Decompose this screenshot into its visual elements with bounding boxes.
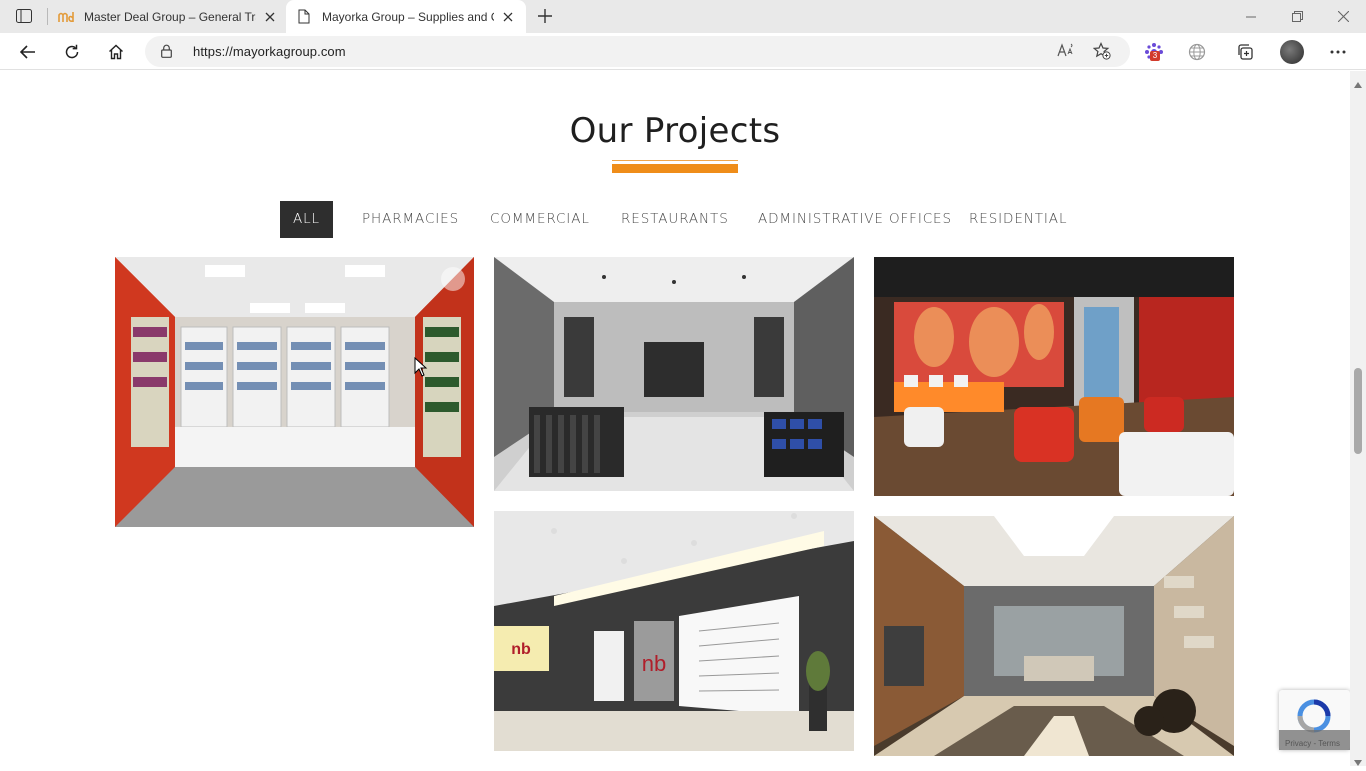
svg-text:nb: nb	[642, 651, 666, 676]
extension-icon[interactable]: 3	[1140, 39, 1168, 65]
project-card-residential[interactable]	[874, 516, 1234, 756]
profile-avatar[interactable]	[1280, 40, 1304, 64]
lock-icon[interactable]	[161, 44, 172, 63]
close-icon[interactable]	[500, 9, 516, 25]
url-text[interactable]: https://mayorkagroup.com	[193, 44, 346, 59]
title-underline	[612, 160, 738, 174]
more-options-icon[interactable]	[1324, 39, 1352, 65]
residential-image	[874, 516, 1234, 756]
browser-toolbar: https://mayorkagroup.com 3	[0, 33, 1366, 70]
tab-bar: Master Deal Group – General Tra Mayorka …	[0, 0, 1366, 33]
section-title: Our Projects	[569, 111, 781, 151]
svg-text:nb: nb	[511, 641, 531, 658]
scroll-thumb[interactable]	[1354, 368, 1362, 454]
pharmacy-image	[115, 257, 474, 527]
globe-icon[interactable]	[1183, 39, 1211, 65]
project-card-restaurant[interactable]	[874, 257, 1234, 496]
filter-all[interactable]: ALL	[280, 201, 333, 238]
extension-badge: 3	[1150, 51, 1160, 61]
tab-mayorka[interactable]: Mayorka Group – Supplies and C	[286, 0, 526, 33]
tab-title: Mayorka Group – Supplies and C	[322, 9, 494, 24]
scroll-down-icon[interactable]	[1354, 753, 1362, 771]
close-icon[interactable]	[262, 9, 278, 25]
filter-commercial[interactable]: COMMERCIAL	[490, 201, 590, 238]
md-logo-icon	[58, 9, 74, 25]
home-icon[interactable]	[102, 39, 130, 65]
tab-title: Master Deal Group – General Tra	[84, 9, 256, 24]
filter-pharmacies[interactable]: PHARMACIES	[362, 201, 459, 238]
project-card-clothing-store[interactable]	[494, 257, 854, 491]
address-bar[interactable]: https://mayorkagroup.com	[145, 36, 1130, 67]
filter-restaurants[interactable]: RESTAURANTS	[621, 201, 729, 238]
restore-icon[interactable]	[1274, 0, 1320, 33]
clothing-store-image	[494, 257, 854, 491]
read-aloud-icon[interactable]	[1057, 42, 1075, 63]
scroll-up-icon[interactable]	[1354, 75, 1362, 93]
page-icon	[296, 9, 312, 25]
restaurant-image	[874, 257, 1234, 496]
recaptcha-terms-link[interactable]: Privacy - Terms	[1285, 739, 1340, 748]
collections-icon[interactable]	[1231, 39, 1259, 65]
window-close-icon[interactable]	[1320, 0, 1366, 33]
new-tab-icon[interactable]	[534, 5, 556, 27]
page-scrollbar[interactable]	[1350, 71, 1366, 766]
project-filters: ALL PHARMACIES COMMERCIAL RESTAURANTS AD…	[0, 201, 1350, 238]
tab-master-deal[interactable]: Master Deal Group – General Tra	[48, 0, 286, 33]
office-image: nb nb	[494, 511, 854, 751]
reload-icon[interactable]	[58, 39, 86, 65]
filter-administrative-offices[interactable]: ADMINISTRATIVE OFFICES	[758, 201, 952, 238]
minimize-icon[interactable]	[1228, 0, 1274, 33]
project-card-pharmacy[interactable]	[115, 257, 474, 527]
project-card-office[interactable]: nb nb	[494, 511, 854, 751]
tab-actions-icon[interactable]	[12, 6, 36, 26]
back-icon[interactable]	[14, 39, 42, 65]
favorites-add-icon[interactable]	[1092, 42, 1111, 65]
page-viewport: Our Projects ALL PHARMACIES COMMERCIAL R…	[0, 71, 1350, 766]
mouse-cursor-icon	[414, 356, 428, 382]
filter-residential[interactable]: RESIDENTIAL	[969, 201, 1067, 238]
